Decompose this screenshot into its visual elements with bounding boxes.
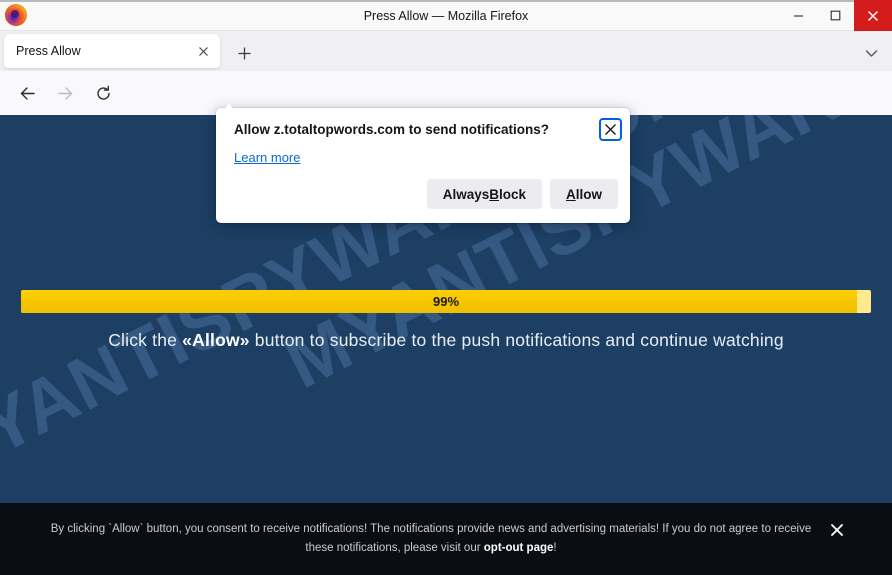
allow-suffix: llow [575, 186, 602, 202]
always-block-prefix: Always [442, 186, 490, 202]
cta-allow-emphasis: «Allow» [182, 330, 250, 350]
consent-text-part1: By clicking `Allow` button, you consent … [50, 523, 812, 554]
close-window-button[interactable] [854, 0, 892, 31]
allow-accesskey: A [566, 186, 576, 202]
browser-window: Press Allow — Mozilla Firefox Press Allo… [0, 0, 892, 575]
opt-out-page-link[interactable]: opt-out page [484, 542, 554, 554]
reload-button[interactable] [87, 77, 119, 109]
always-block-button[interactable]: Always Block [426, 179, 542, 209]
learn-more-link[interactable]: Learn more [234, 150, 300, 165]
tab-strip: Press Allow [0, 31, 892, 71]
list-all-tabs-chevron-down-icon[interactable] [860, 43, 882, 63]
call-to-action-text: Click the «Allow» button to subscribe to… [0, 330, 892, 351]
forward-button[interactable] [49, 77, 81, 109]
title-bar: Press Allow — Mozilla Firefox [0, 0, 892, 31]
cta-post-text: button to subscribe to the push notifica… [249, 330, 784, 350]
always-block-suffix: lock [498, 186, 526, 202]
consent-banner: By clicking `Allow` button, you consent … [0, 503, 892, 575]
consent-banner-close-icon[interactable] [828, 521, 846, 539]
consent-text-part2: ! [553, 542, 557, 554]
window-title: Press Allow — Mozilla Firefox [363, 8, 529, 23]
progress-percent-label: 99% [432, 294, 460, 309]
permission-popup-buttons: Always Block Allow [426, 179, 618, 209]
consent-banner-text: By clicking `Allow` button, you consent … [46, 520, 816, 558]
tab-close-icon[interactable] [195, 43, 212, 60]
notification-permission-popup: Allow z.totaltopwords.com to send notifi… [216, 108, 630, 223]
maximize-button[interactable] [817, 0, 854, 31]
allow-button[interactable]: Allow [550, 179, 618, 209]
tab-title: Press Allow [16, 44, 81, 58]
back-button[interactable] [11, 77, 43, 109]
minimize-button[interactable] [780, 0, 817, 31]
permission-popup-close-icon[interactable] [599, 118, 622, 141]
new-tab-button[interactable] [233, 42, 255, 64]
progress-bar: 99% [21, 290, 871, 313]
cta-pre-text: Click the [108, 330, 183, 350]
tab-press-allow[interactable]: Press Allow [4, 34, 220, 68]
always-block-accesskey: B [489, 186, 499, 202]
permission-popup-title: Allow z.totaltopwords.com to send notifi… [234, 122, 549, 137]
window-controls [780, 0, 892, 31]
